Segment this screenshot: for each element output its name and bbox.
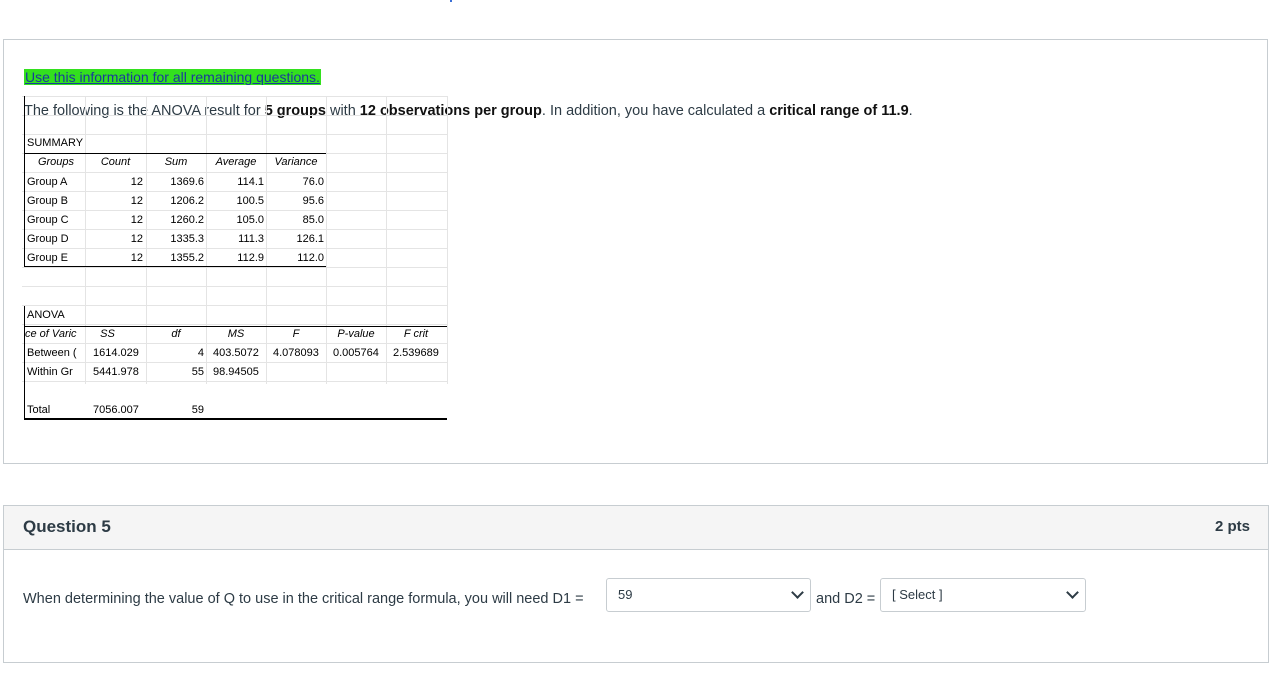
summary-sum-cell: 1369.6	[170, 176, 204, 188]
anova-header: ce of Varic	[25, 328, 77, 340]
question-panel: Question 5 2 pts When determining the va…	[3, 505, 1269, 663]
intro-part: . In addition, you have calculated a	[541, 103, 770, 119]
summary-group-cell: Group A	[27, 176, 68, 188]
anova-total-label: Total	[27, 404, 51, 416]
anova-header: F	[292, 328, 300, 340]
question-text-middle: and D2 =	[816, 591, 876, 607]
anova-ss-cell: 5441.978	[93, 366, 139, 378]
summary-average-cell: 112.9	[237, 252, 264, 264]
anova-total-ss: 7056.007	[93, 404, 139, 416]
d1-selected-value: 59	[618, 587, 633, 602]
anova-header: df	[171, 328, 181, 340]
summary-group-cell: Group B	[27, 195, 68, 207]
anova-label: ANOVA	[27, 309, 65, 321]
anova-df-cell: 55	[191, 366, 204, 378]
summary-variance-cell: 85.0	[302, 214, 324, 226]
summary-label: SUMMARY	[27, 137, 84, 149]
anova-pvalue-cell: 0.005764	[333, 347, 379, 359]
anova-ms-cell: 98.94505	[213, 366, 259, 378]
summary-average-cell: 111.3	[238, 233, 264, 245]
intro-part: .	[908, 103, 913, 119]
anova-total-df: 59	[191, 404, 204, 416]
summary-count-cell: 12	[130, 252, 143, 264]
summary-group-cell: Group D	[27, 233, 69, 245]
summary-variance-cell: 95.6	[302, 195, 324, 207]
question-title: Question 5	[23, 517, 111, 536]
intro-critical-range: critical range of 11.9	[769, 103, 909, 119]
summary-header: Groups	[37, 156, 75, 168]
d1-select[interactable]: 59	[606, 578, 811, 612]
anova-header: SS	[100, 328, 115, 340]
page-marker-dot	[450, 0, 452, 2]
summary-average-cell: 114.1	[237, 176, 264, 188]
summary-count-cell: 12	[130, 195, 143, 207]
summary-average-cell: 100.5	[236, 195, 264, 207]
question-header: Question 5 2 pts	[4, 506, 1268, 550]
anova-header: F crit	[403, 328, 429, 340]
chevron-down-icon	[1066, 586, 1079, 599]
summary-average-cell: 105.0	[236, 214, 264, 226]
anova-df-cell: 4	[197, 347, 204, 359]
anova-source-cell: Within Gr	[27, 366, 73, 378]
d2-select[interactable]: [ Select ]	[880, 578, 1086, 612]
question-text: When determining the value of Q to use i…	[23, 591, 584, 607]
summary-count-cell: 12	[130, 214, 143, 226]
question-points: 2 pts	[1214, 518, 1250, 535]
summary-header: Count	[100, 156, 131, 168]
summary-variance-cell: 126.1	[296, 233, 324, 245]
summary-group-cell: Group C	[27, 214, 69, 226]
summary-header: Variance	[274, 156, 318, 168]
summary-variance-cell: 112.0	[297, 252, 324, 264]
anova-header: MS	[227, 328, 245, 340]
summary-count-cell: 12	[130, 176, 143, 188]
chevron-down-icon	[791, 586, 804, 599]
d2-selected-value: [ Select ]	[892, 587, 943, 602]
anova-fcrit-cell: 2.539689	[393, 347, 439, 359]
anova-source-cell: Between (	[27, 347, 77, 359]
summary-group-cell: Group E	[27, 252, 68, 264]
anova-f-cell: 4.078093	[273, 347, 319, 359]
summary-variance-cell: 76.0	[302, 176, 324, 188]
summary-sum-cell: 1355.2	[170, 252, 204, 264]
anova-ms-cell: 403.5072	[213, 347, 259, 359]
summary-header: Sum	[164, 156, 188, 168]
summary-count-cell: 12	[130, 233, 143, 245]
anova-excel-image: SUMMARY Groups Count Sum Average Varianc…	[22, 96, 448, 420]
summary-sum-cell: 1206.2	[170, 195, 204, 207]
anova-ss-cell: 1614.029	[93, 347, 139, 359]
summary-sum-cell: 1260.2	[170, 214, 204, 226]
summary-sum-cell: 1335.3	[170, 233, 204, 245]
anova-header: P-value	[337, 328, 375, 340]
highlight-note: Use this information for all remaining q…	[24, 69, 321, 85]
summary-header: Average	[215, 156, 257, 168]
